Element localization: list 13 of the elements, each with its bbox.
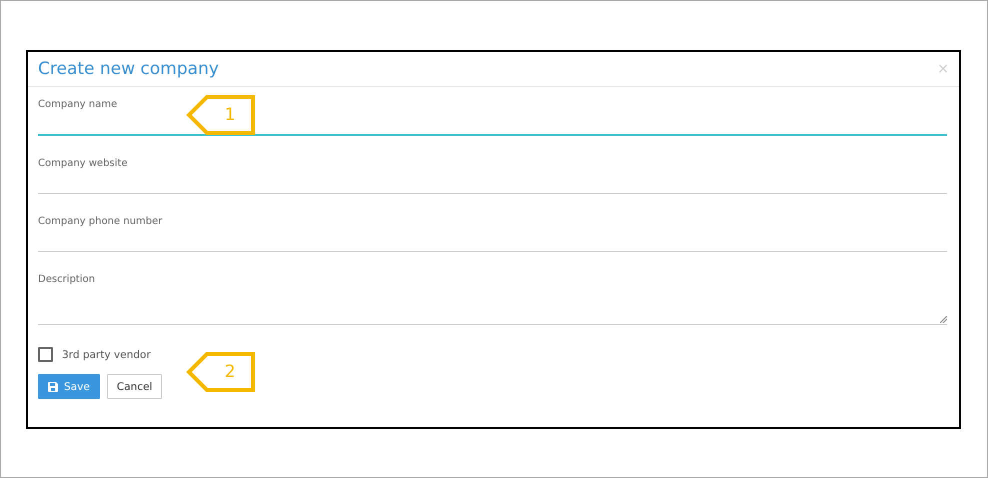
save-button[interactable]: Save [38,374,100,399]
field-label: Company name [38,99,118,112]
dialog-title: Create new company [38,59,219,79]
checkbox-label: 3rd party vendor [62,348,151,360]
cancel-button[interactable]: Cancel [106,374,162,399]
close-button[interactable]: × [937,61,949,77]
callout-tag: 2 [185,352,255,392]
field-label: Description [38,274,95,287]
field-label: Company website [38,158,128,171]
callout-tag: 1 [185,95,255,135]
resize-grip-icon[interactable] [940,316,947,323]
checkbox[interactable] [38,347,53,362]
field-label: Company phone number [38,216,162,229]
